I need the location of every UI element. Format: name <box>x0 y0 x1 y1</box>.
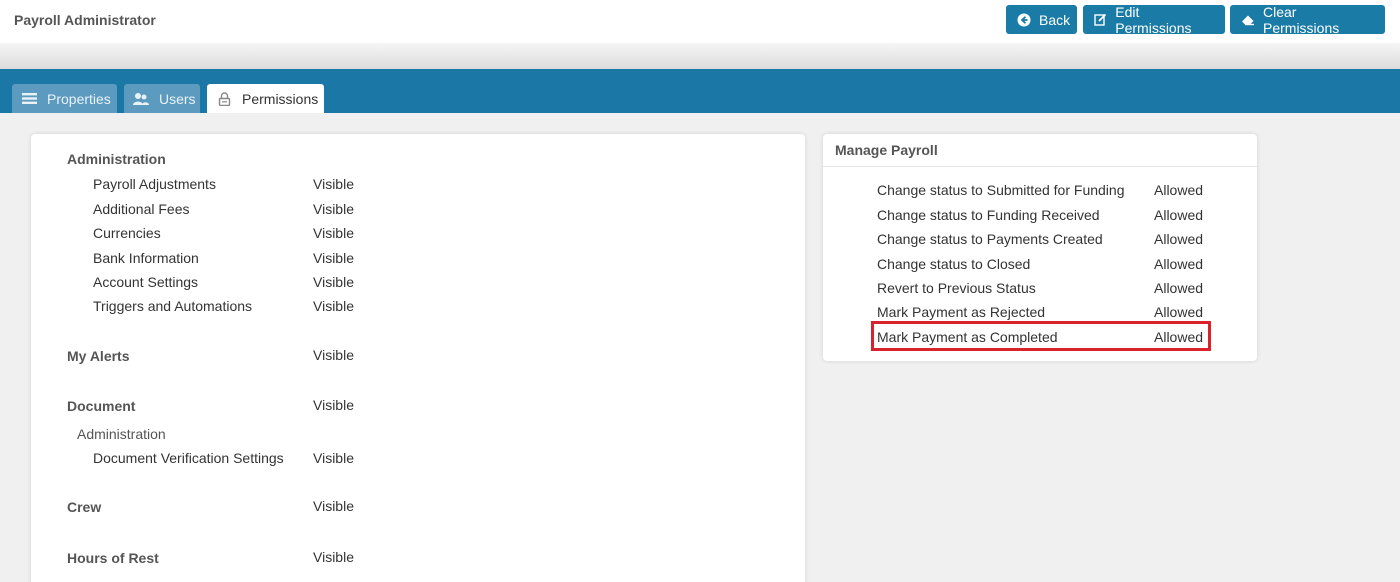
eraser-icon <box>1241 13 1255 27</box>
clear-permissions-button[interactable]: Clear Permissions <box>1230 3 1385 36</box>
highlight-box <box>871 321 1211 351</box>
section-title-my-alerts: My Alerts <box>67 348 130 364</box>
back-button-label: Back <box>1039 11 1071 28</box>
edit-icon <box>1094 13 1107 27</box>
permission-value: Visible <box>313 225 354 241</box>
list-icon <box>21 91 37 107</box>
tab-strip: Properties Users Permissions <box>0 69 1400 113</box>
permission-value: Allowed <box>1154 280 1204 296</box>
permission-label: Additional Fees <box>93 201 190 217</box>
divider <box>823 166 1257 167</box>
permission-value: Visible <box>313 176 354 192</box>
permission-label: Payroll Adjustments <box>93 176 216 192</box>
permission-value: Visible <box>313 250 354 266</box>
permission-value: Visible <box>313 201 354 217</box>
back-button[interactable]: Back <box>1006 5 1077 34</box>
permission-label: Change status to Submitted for Funding <box>877 182 1125 198</box>
edit-permissions-button[interactable]: Edit Permissions <box>1083 3 1225 36</box>
permission-value: Visible <box>313 549 354 565</box>
page-title: Payroll Administrator <box>14 12 156 28</box>
manage-payroll-title: Manage Payroll <box>835 142 938 158</box>
permission-value: Allowed <box>1154 207 1204 223</box>
permission-value: Allowed <box>1154 182 1204 198</box>
permission-label: Mark Payment as Rejected <box>877 304 1046 320</box>
section-title-document: Document <box>67 398 136 414</box>
tab-users-label: Users <box>159 90 196 107</box>
permission-value: Visible <box>313 498 354 514</box>
permission-value: Allowed <box>1154 304 1204 320</box>
header-band <box>0 43 1400 69</box>
lock-icon <box>216 91 232 107</box>
permission-label: Change status to Payments Created <box>877 231 1103 247</box>
tab-permissions-label: Permissions <box>242 90 319 107</box>
permission-value: Visible <box>313 347 354 363</box>
permission-label: Bank Information <box>93 250 199 266</box>
section-title-hours-of-rest: Hours of Rest <box>67 550 159 566</box>
permission-label: Triggers and Automations <box>93 298 253 314</box>
users-icon <box>133 91 149 107</box>
permission-label: Revert to Previous Status <box>877 280 1036 296</box>
permission-value: Visible <box>313 274 354 290</box>
permission-label: Currencies <box>93 225 161 241</box>
section-title-crew: Crew <box>67 499 102 515</box>
clear-permissions-label: Clear Permissions <box>1263 3 1340 36</box>
permission-value: Visible <box>313 450 354 466</box>
subsection-title-administration: Administration <box>77 426 166 442</box>
tab-properties[interactable]: Properties <box>12 84 117 113</box>
edit-permissions-label: Edit Permissions <box>1115 3 1192 36</box>
permission-label: Document Verification Settings <box>93 450 284 466</box>
tab-permissions[interactable]: Permissions <box>207 84 324 113</box>
circle-arrow-left-icon <box>1017 13 1031 27</box>
tab-users[interactable]: Users <box>124 84 200 113</box>
section-title-administration: Administration <box>67 151 166 167</box>
permission-value: Visible <box>313 397 354 413</box>
tab-properties-label: Properties <box>47 90 111 107</box>
permission-label: Account Settings <box>93 274 199 290</box>
permission-value: Visible <box>313 298 354 314</box>
permission-label: Change status to Closed <box>877 256 1031 272</box>
permissions-card: Administration Payroll Adjustments Visib… <box>31 134 805 582</box>
permission-label: Change status to Funding Received <box>877 207 1100 223</box>
permission-value: Allowed <box>1154 256 1204 272</box>
top-header: Payroll Administrator Back Edit Permissi… <box>0 0 1400 43</box>
permission-value: Allowed <box>1154 231 1204 247</box>
